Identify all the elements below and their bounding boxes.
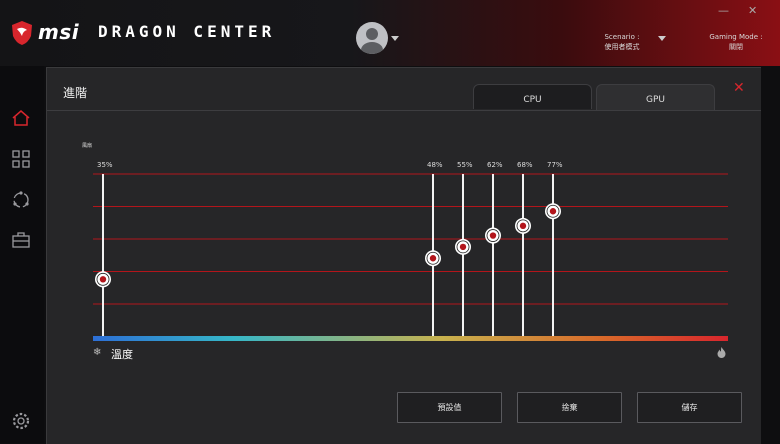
user-icon <box>361 28 383 54</box>
msi-dragon-logo-icon <box>12 21 32 45</box>
snowflake-icon: ❄ <box>93 347 102 358</box>
advanced-fan-dialog: 進階 CPU GPU ✕ 風扇 35% 48% 55% 62% 68% 77% ❄ 溫度 … <box>46 67 761 444</box>
scenario-value: 使用者模式 <box>604 43 640 51</box>
flame-icon <box>717 347 726 358</box>
save-button[interactable]: 儲存 <box>637 392 742 423</box>
scenario-chevron-down-icon[interactable] <box>658 36 666 41</box>
minimize-button[interactable]: — <box>718 4 729 17</box>
window-close-button[interactable]: ✕ <box>748 4 757 17</box>
gaming-mode-value: 關閉 <box>729 43 743 51</box>
user-avatar[interactable] <box>356 22 388 54</box>
grid-icon[interactable] <box>11 149 31 169</box>
point-label: 35% <box>97 161 113 169</box>
fan-point-handle[interactable] <box>425 250 441 267</box>
point-label: 55% <box>457 161 473 169</box>
toolbox-icon[interactable] <box>11 230 31 250</box>
point-label: 62% <box>487 161 503 169</box>
discard-button[interactable]: 捨棄 <box>517 392 622 423</box>
app-title: DRAGON CENTER <box>98 22 276 41</box>
home-icon[interactable] <box>11 108 31 128</box>
fan-point-handle[interactable] <box>545 203 561 220</box>
fan-point-handle[interactable] <box>485 227 501 244</box>
fan-point-handle[interactable] <box>515 217 531 234</box>
scenario-selector[interactable]: Scenario : 使用者模式 <box>596 32 648 52</box>
fan-point-handle[interactable] <box>455 238 471 255</box>
x-axis-label: 溫度 <box>111 348 133 361</box>
brand-logo: msi <box>38 20 80 44</box>
sidebar <box>0 66 44 443</box>
point-label: 68% <box>517 161 533 169</box>
fan-point-handle[interactable] <box>95 271 111 288</box>
default-button[interactable]: 預設值 <box>397 392 502 423</box>
chart-grid <box>93 173 728 305</box>
title-bar: msi DRAGON CENTER Scenario : 使用者模式 Gamin… <box>0 0 780 66</box>
point-label: 48% <box>427 161 443 169</box>
sync-icon[interactable] <box>11 190 31 210</box>
scenario-label: Scenario : <box>604 33 640 41</box>
fan-curve-chart: 35% 48% 55% 62% 68% 77% <box>93 161 728 341</box>
chevron-down-icon[interactable] <box>391 36 399 41</box>
temperature-gradient-bar <box>93 336 728 341</box>
gaming-mode-status[interactable]: Gaming Mode : 關閉 <box>706 32 766 52</box>
gear-icon[interactable] <box>11 411 31 431</box>
point-label: 77% <box>547 161 563 169</box>
gaming-mode-label: Gaming Mode : <box>709 33 763 41</box>
